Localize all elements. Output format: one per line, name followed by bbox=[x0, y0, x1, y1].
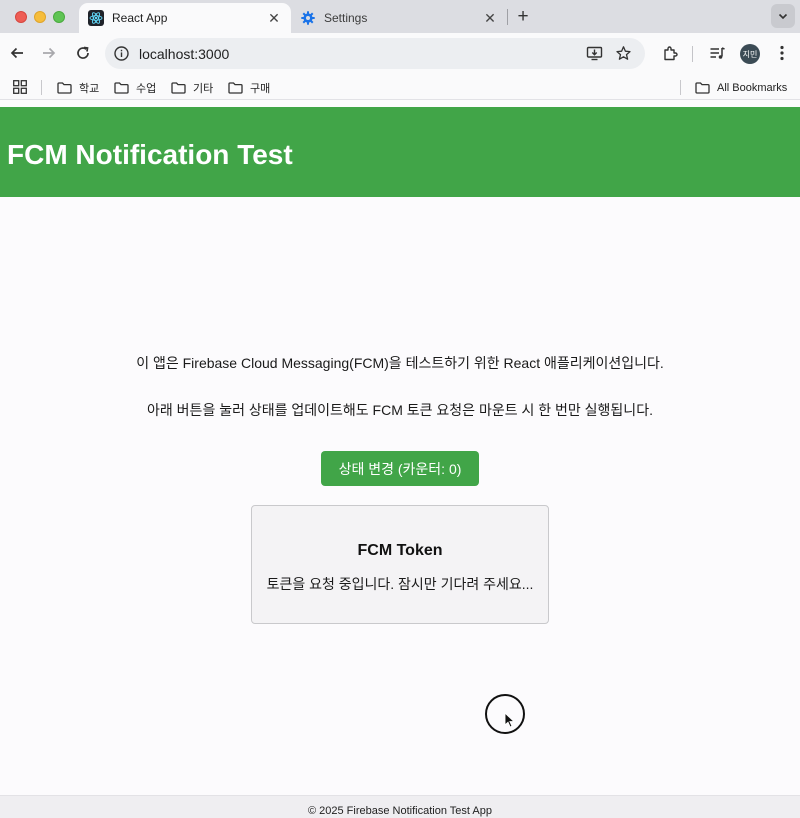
install-app-icon[interactable] bbox=[585, 44, 604, 63]
change-state-button[interactable]: 상태 변경 (카운터: 0) bbox=[321, 451, 479, 486]
token-card-title: FCM Token bbox=[357, 542, 443, 559]
reload-icon bbox=[77, 46, 89, 59]
bookmark-label: 학교 bbox=[79, 82, 100, 95]
all-bookmarks-label: All Bookmarks bbox=[717, 81, 788, 94]
gear-icon bbox=[300, 10, 316, 26]
folder-icon bbox=[695, 81, 710, 94]
chevron-down-icon bbox=[778, 13, 788, 20]
arrow-right-icon bbox=[43, 47, 56, 59]
media-queue-icon[interactable] bbox=[706, 42, 728, 64]
tab-settings[interactable]: Settings ✕ bbox=[291, 3, 507, 33]
folder-icon bbox=[171, 81, 186, 94]
bookmark-folder-purchase[interactable]: 구매 bbox=[228, 78, 270, 97]
all-bookmarks-button[interactable]: All Bookmarks bbox=[695, 78, 787, 97]
bookmark-star-icon[interactable] bbox=[614, 44, 633, 63]
extensions-icon[interactable] bbox=[659, 42, 681, 64]
apps-grid-icon[interactable] bbox=[13, 80, 27, 94]
folder-icon bbox=[114, 81, 129, 94]
tab-separator bbox=[507, 9, 508, 25]
web-page: FCM Notification Test 이 앱은 Firebase Clou… bbox=[0, 101, 800, 818]
tab-search-button[interactable] bbox=[771, 4, 795, 28]
folder-icon bbox=[57, 81, 72, 94]
bookmarks-separator bbox=[680, 80, 681, 95]
more-menu-icon[interactable] bbox=[771, 42, 793, 64]
profile-avatar[interactable]: 지민 bbox=[740, 44, 760, 64]
close-tab-icon[interactable]: ✕ bbox=[481, 9, 499, 27]
tab-react-app[interactable]: React App ✕ bbox=[79, 3, 291, 33]
tab-strip: React App ✕ Settings ✕ + bbox=[0, 0, 800, 33]
bookmark-label: 기타 bbox=[193, 82, 214, 95]
window-close-button[interactable] bbox=[15, 11, 27, 23]
toolbar-separator bbox=[692, 46, 693, 62]
close-tab-icon[interactable]: ✕ bbox=[265, 9, 283, 27]
bookmark-folder-school[interactable]: 학교 bbox=[57, 78, 99, 97]
token-status-text: 토큰을 요청 중입니다. 잠시만 기다려 주세요... bbox=[266, 576, 534, 592]
arrow-left-icon bbox=[10, 47, 23, 59]
bookmarks-separator bbox=[41, 80, 42, 95]
back-button[interactable] bbox=[4, 40, 30, 66]
tab-title: Settings bbox=[324, 11, 368, 25]
url-text: localhost:3000 bbox=[139, 46, 230, 62]
address-bar[interactable]: localhost:3000 bbox=[105, 38, 645, 69]
page-footer: © 2025 Firebase Notification Test App bbox=[0, 795, 800, 818]
browser-toolbar: localhost:3000 지민 bbox=[0, 33, 800, 75]
description-text: 이 앱은 Firebase Cloud Messaging(FCM)을 테스트하… bbox=[136, 355, 664, 371]
bookmark-folder-other[interactable]: 기타 bbox=[171, 78, 213, 97]
app-header: FCM Notification Test bbox=[0, 107, 800, 197]
tab-title: React App bbox=[112, 11, 168, 25]
reload-button[interactable] bbox=[70, 40, 96, 66]
folder-icon bbox=[228, 81, 243, 94]
bookmark-label: 수업 bbox=[136, 82, 157, 95]
fcm-token-card: FCM Token 토큰을 요청 중입니다. 잠시만 기다려 주세요... bbox=[251, 505, 549, 624]
bookmark-label: 구매 bbox=[250, 82, 271, 95]
forward-button[interactable] bbox=[36, 40, 62, 66]
site-info-icon[interactable] bbox=[112, 44, 131, 63]
description-text: 아래 버튼을 눌러 상태를 업데이트해도 FCM 토큰 요청은 마운트 시 한 … bbox=[147, 402, 653, 418]
react-icon bbox=[88, 10, 104, 26]
bookmark-folder-class[interactable]: 수업 bbox=[114, 78, 156, 97]
bookmarks-bar: 학교 수업 기타 구매 All Bookmarks bbox=[0, 75, 800, 100]
new-tab-button[interactable]: + bbox=[512, 6, 534, 28]
page-title: FCM Notification Test bbox=[7, 139, 293, 170]
mouse-pointer-icon bbox=[504, 712, 515, 728]
window-minimize-button[interactable] bbox=[34, 11, 46, 23]
window-zoom-button[interactable] bbox=[53, 11, 65, 23]
footer-text: © 2025 Firebase Notification Test App bbox=[307, 805, 492, 817]
